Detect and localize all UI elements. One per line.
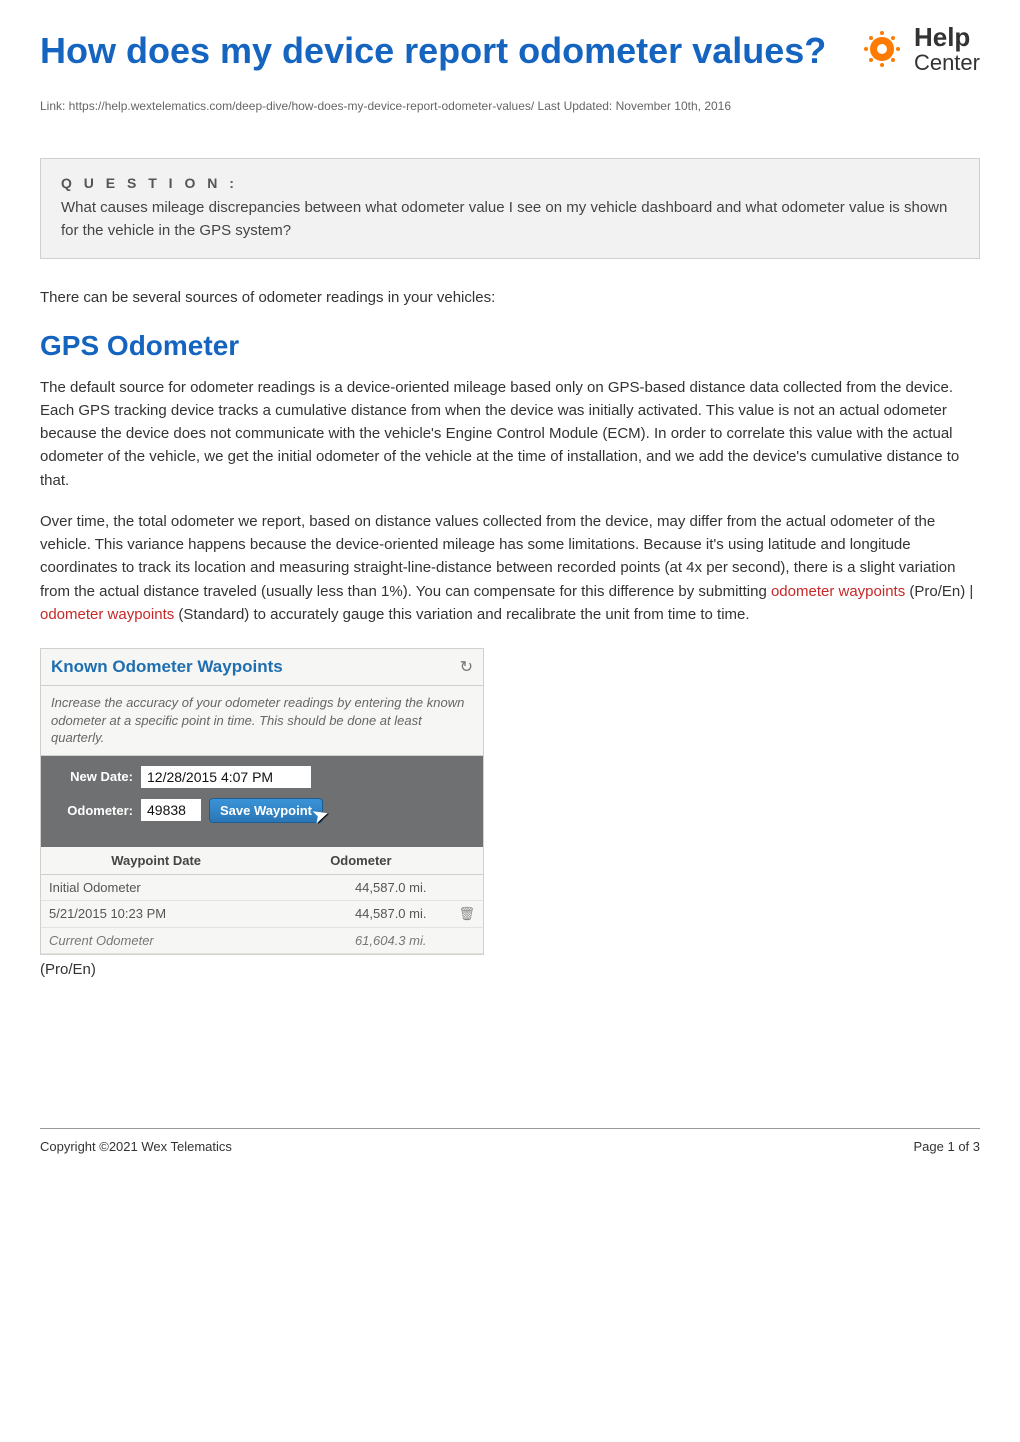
odometer-waypoints-link-std[interactable]: odometer waypoints <box>40 606 174 623</box>
card-title: Known Odometer Waypoints <box>51 657 283 677</box>
question-label: Q U E S T I O N : <box>61 175 959 191</box>
pro-en-label: (Pro/En) <box>0 959 1020 1008</box>
page-footer: Copyright ©2021 Wex Telematics Page 1 of… <box>40 1128 980 1178</box>
paragraph-2: Over time, the total odometer we report,… <box>0 510 1020 644</box>
waypoints-table: Waypoint Date Odometer Initial Odometer4… <box>41 847 483 954</box>
page-title: How does my device report odometer value… <box>40 28 980 73</box>
card-form: New Date: Odometer: Save Waypoint ➤ <box>41 756 483 847</box>
save-waypoint-button[interactable]: Save Waypoint ➤ <box>209 798 323 823</box>
known-odometer-waypoints-card: Known Odometer Waypoints ↻ Increase the … <box>40 648 484 955</box>
table-row: Current Odometer61,604.3 mi. <box>41 927 483 953</box>
intro-text: There can be several sources of odometer… <box>0 287 1020 330</box>
new-date-label: New Date: <box>51 769 133 784</box>
brand-center-text: Center <box>914 51 980 74</box>
waypoint-date-cell: Initial Odometer <box>41 874 271 900</box>
footer-page: Page 1 of 3 <box>914 1139 981 1154</box>
cursor-icon: ➤ <box>310 803 331 828</box>
odometer-input[interactable] <box>141 799 201 821</box>
waypoint-date-cell: 5/21/2015 10:23 PM <box>41 900 271 927</box>
odometer-cell: 61,604.3 mi. <box>271 927 450 953</box>
save-waypoint-label: Save Waypoint <box>220 803 312 818</box>
odometer-waypoints-link-pro[interactable]: odometer waypoints <box>771 583 905 600</box>
odometer-label: Odometer: <box>51 803 133 818</box>
footer-copyright: Copyright ©2021 Wex Telematics <box>40 1139 232 1154</box>
odometer-cell: 44,587.0 mi. <box>271 874 450 900</box>
paragraph-2-part-b: (Standard) to accurately gauge this vari… <box>178 606 749 623</box>
card-description: Increase the accuracy of your odometer r… <box>41 686 483 756</box>
question-text: What causes mileage discrepancies betwee… <box>61 197 959 242</box>
brand-logo: Help Center <box>858 24 980 74</box>
question-box: Q U E S T I O N : What causes mileage di… <box>40 158 980 259</box>
trash-icon[interactable]: 🗑 <box>458 906 475 921</box>
new-date-input[interactable] <box>141 766 311 788</box>
action-cell[interactable]: 🗑 <box>450 900 483 927</box>
help-center-icon <box>858 25 906 73</box>
table-row: 5/21/2015 10:23 PM44,587.0 mi. 🗑 <box>41 900 483 927</box>
col-actions <box>450 847 483 875</box>
waypoint-date-cell: Current Odometer <box>41 927 271 953</box>
brand-help-text: Help <box>914 24 980 51</box>
refresh-icon[interactable]: ↻ <box>460 657 473 677</box>
paragraph-2-mid: (Pro/En) | <box>909 583 973 600</box>
odometer-cell: 44,587.0 mi. <box>271 900 450 927</box>
link-bar: Link: https://help.wextelematics.com/dee… <box>0 85 1020 138</box>
action-cell <box>450 927 483 953</box>
action-cell <box>450 874 483 900</box>
section-heading-gps-odometer: GPS Odometer <box>0 330 1020 376</box>
col-odometer: Odometer <box>271 847 450 875</box>
paragraph-1: The default source for odometer readings… <box>0 376 1020 510</box>
col-waypoint-date: Waypoint Date <box>41 847 271 875</box>
table-row: Initial Odometer44,587.0 mi. <box>41 874 483 900</box>
